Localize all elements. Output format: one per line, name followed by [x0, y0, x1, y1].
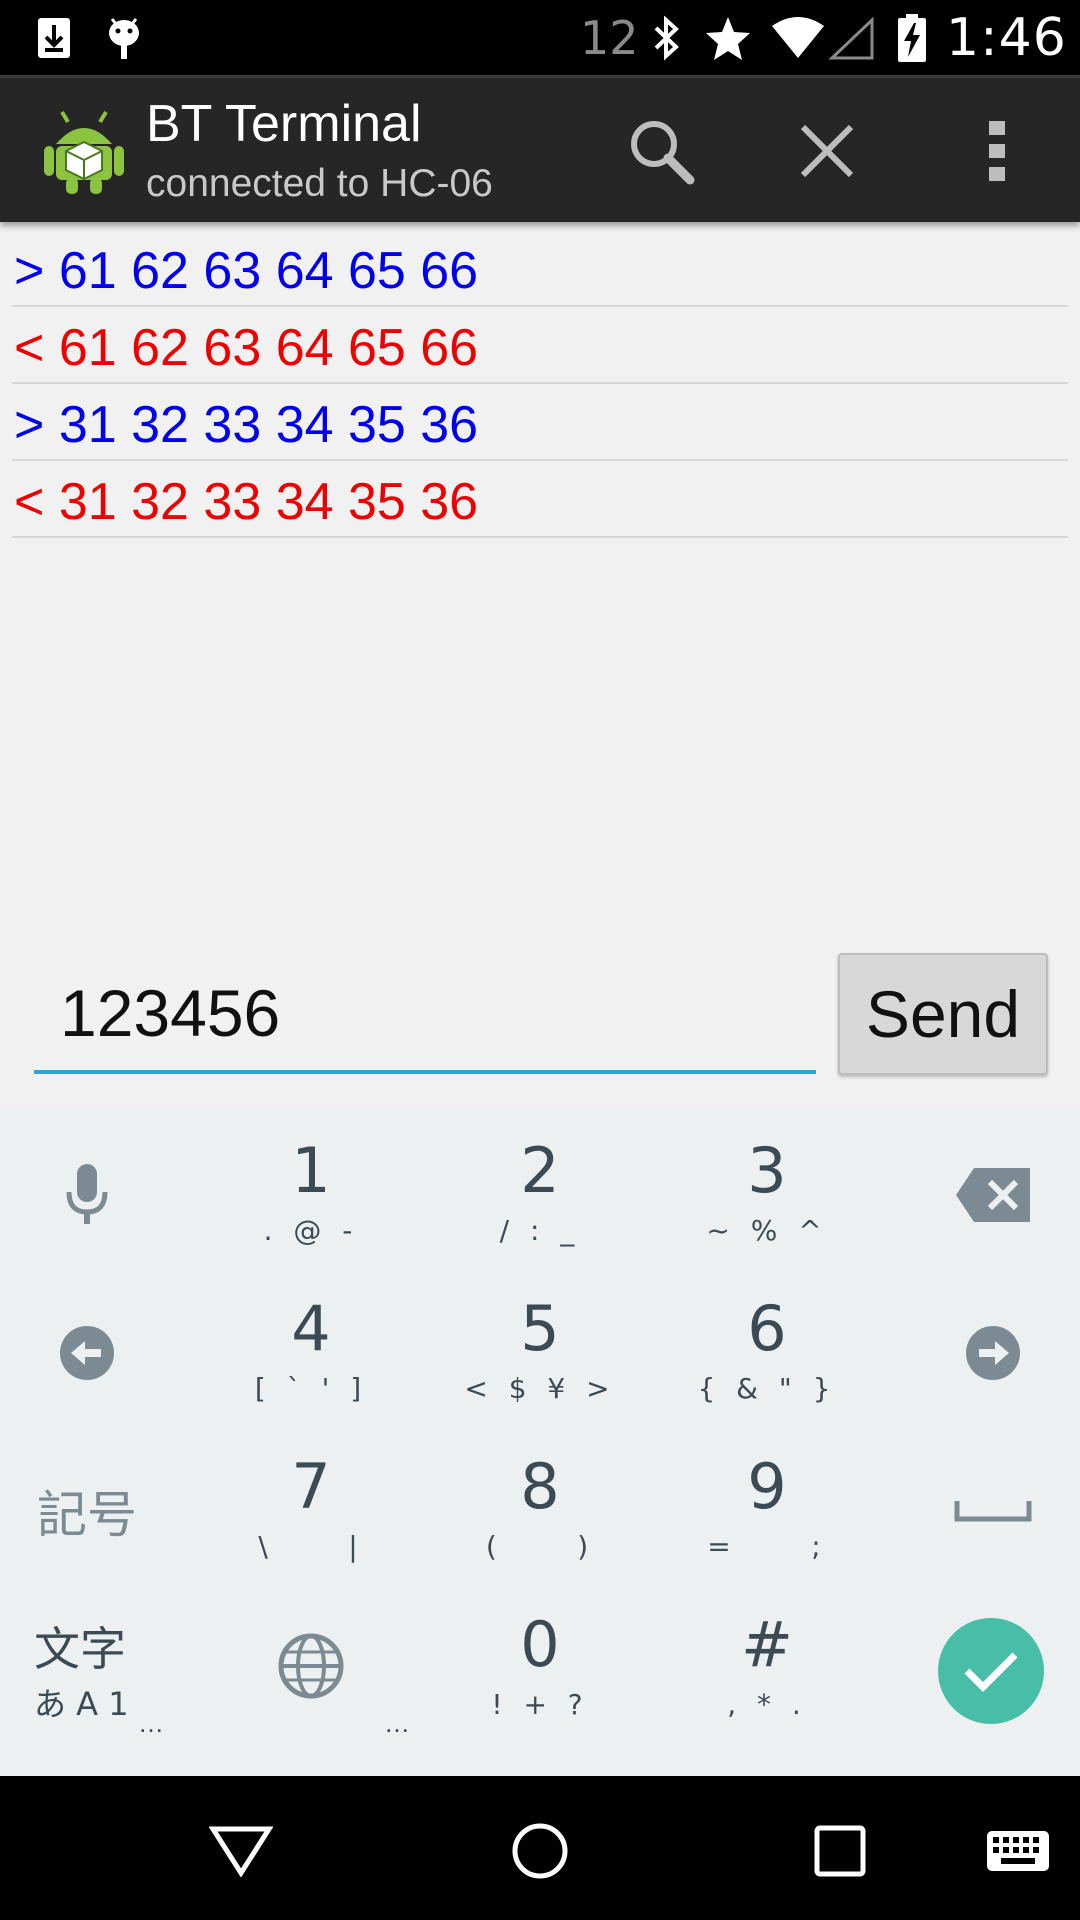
key-sub-label: , * .: [727, 1688, 807, 1721]
terminal-line-sent: > 61 62 63 64 65 66: [12, 230, 1068, 307]
key-sub-label: ! + ?: [491, 1688, 589, 1721]
app-title: BT Terminal: [146, 95, 422, 153]
microphone-icon: [66, 1164, 108, 1224]
checkmark-icon: [964, 1652, 1018, 1692]
key-main-label: 3: [747, 1134, 787, 1207]
search-icon: [631, 121, 695, 185]
overflow-menu-button[interactable]: [954, 108, 1040, 194]
key-main-label: 9: [747, 1450, 787, 1523]
key-sub-label: < $ ¥ >: [464, 1372, 616, 1405]
terminal-line-sent: > 31 32 33 34 35 36: [12, 384, 1068, 461]
enter-key[interactable]: [938, 1618, 1044, 1724]
key-sub-label: ~ % ^: [706, 1214, 828, 1247]
star-icon: [704, 0, 752, 75]
backspace-icon: [956, 1168, 1030, 1222]
key-main-label: 6: [747, 1292, 787, 1365]
overflow-menu-icon: [989, 121, 1005, 181]
key-2[interactable]: 2 / : _: [440, 1136, 640, 1286]
clock: 1:46: [946, 7, 1067, 68]
send-button[interactable]: Send: [838, 953, 1048, 1075]
key-3[interactable]: 3 ~ % ^: [667, 1136, 867, 1286]
recents-button[interactable]: [795, 1806, 885, 1896]
language-key[interactable]: [211, 1610, 411, 1760]
symbol-key[interactable]: 記号: [2, 1436, 172, 1586]
app-logo-icon: [44, 104, 124, 194]
terminal-log[interactable]: > 61 62 63 64 65 66 < 61 62 63 64 65 66 …: [12, 230, 1068, 538]
wifi-icon: [770, 0, 826, 75]
keyboard-switch-button[interactable]: [973, 1806, 1063, 1896]
key-main-label: 0: [520, 1608, 560, 1681]
key-main-label: 4: [291, 1292, 331, 1365]
key-4[interactable]: 4 [ ` ' ]: [211, 1294, 411, 1444]
key-8[interactable]: 8 ( ): [440, 1452, 640, 1602]
notification-count: 12: [580, 10, 639, 65]
key-7[interactable]: 7 \ |: [211, 1452, 411, 1602]
terminal-line-received: < 61 62 63 64 65 66: [12, 307, 1068, 384]
key-main-label: 7: [291, 1450, 331, 1523]
key-hash[interactable]: # , * .: [667, 1610, 867, 1760]
key-sub-label: ( ): [485, 1530, 595, 1563]
bluetooth-icon: [650, 0, 684, 75]
battery-charging-icon: [896, 0, 928, 75]
key-sub-label: \ |: [258, 1530, 364, 1563]
language-more: …: [384, 1708, 410, 1738]
action-bar: BT Terminal connected to HC-06: [0, 75, 1080, 222]
no-signal-icon: [828, 0, 876, 75]
input-mode-sub: あ A 1: [34, 1685, 129, 1723]
input-mode-label: 文字: [34, 1622, 126, 1676]
disconnect-button[interactable]: [784, 108, 870, 194]
status-bar: 12 1:46: [0, 0, 1080, 75]
key-sub-label: [ ` ' ]: [254, 1372, 368, 1405]
back-button[interactable]: [196, 1806, 286, 1896]
key-sub-label: / : _: [499, 1214, 581, 1247]
android-debug-icon: [104, 0, 144, 75]
home-button[interactable]: [495, 1806, 585, 1896]
globe-icon: [278, 1633, 344, 1699]
connection-status: connected to HC-06: [146, 162, 493, 205]
key-main-label: 8: [520, 1450, 560, 1523]
voice-input-key[interactable]: [2, 1120, 172, 1270]
keyboard-icon: [987, 1831, 1049, 1871]
message-input[interactable]: [58, 972, 802, 1054]
navigation-bar: [0, 1776, 1080, 1920]
space-icon: [954, 1501, 1032, 1522]
arrow-right-icon: [966, 1326, 1020, 1380]
recents-icon: [814, 1825, 866, 1877]
key-9[interactable]: 9 = ;: [667, 1452, 867, 1602]
key-1[interactable]: 1 . @ -: [211, 1136, 411, 1286]
key-6[interactable]: 6 { & " }: [667, 1294, 867, 1444]
backspace-key[interactable]: [908, 1120, 1078, 1270]
key-main-label: 2: [520, 1134, 560, 1207]
key-5[interactable]: 5 < $ ¥ >: [440, 1294, 640, 1444]
key-sub-label: { & " }: [697, 1372, 837, 1405]
key-main-label: 5: [520, 1292, 560, 1365]
input-mode-more: …: [138, 1708, 164, 1738]
key-sub-label: . @ -: [263, 1214, 359, 1247]
key-0[interactable]: 0 ! + ?: [440, 1610, 640, 1760]
cursor-left-key[interactable]: [2, 1278, 172, 1428]
terminal-line-received: < 31 32 33 34 35 36: [12, 461, 1068, 538]
download-icon: [36, 0, 72, 75]
message-field-container: [34, 960, 816, 1074]
space-key[interactable]: [908, 1436, 1078, 1586]
key-sub-label: = ;: [707, 1530, 827, 1563]
cursor-right-key[interactable]: [908, 1278, 1078, 1428]
close-icon: [800, 124, 854, 178]
key-main-label: 1: [291, 1134, 331, 1207]
back-icon: [209, 1826, 273, 1877]
arrow-left-icon: [60, 1326, 114, 1380]
home-icon: [512, 1823, 568, 1879]
search-button[interactable]: [618, 108, 704, 194]
key-main-label: #: [741, 1608, 793, 1681]
